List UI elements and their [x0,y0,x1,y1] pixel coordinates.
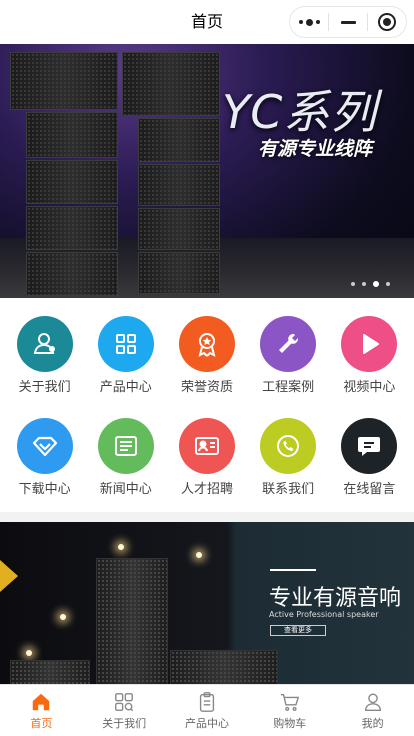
pagination-dot[interactable] [362,282,366,286]
menu-item-message[interactable]: 在线留言 [333,418,405,497]
tab-products[interactable]: 产品中心 [166,685,249,736]
menu-item-contact[interactable]: 联系我们 [252,418,324,497]
menu-item-label: 产品中心 [99,380,152,395]
stage-light [118,544,124,550]
grid-icon [97,316,154,372]
menu-item-label: 荣誉资质 [180,380,233,395]
more-dots-icon [298,18,320,26]
banner-title: YC系列 [222,85,378,139]
view-more-button[interactable]: 查看更多 [270,625,326,636]
clipboard-icon [199,691,215,712]
pagination-dot[interactable] [351,282,355,286]
speaker-array-left [10,52,118,298]
navigation-bar: 首页 [0,0,414,44]
award-icon [178,316,235,372]
tab-label: 关于我们 [102,716,147,730]
menu-item-label: 视频中心 [343,380,396,395]
page: 首页 YC系列 有源专业线阵 关于我们 产品中心 荣誉资质 工程案例 视频中心 … [0,0,414,736]
pagination-dot-active[interactable] [373,281,379,287]
menu-item-news[interactable]: 新闻中心 [90,418,162,497]
menu-row: 下载中心 新闻中心 人才招聘 联系我们 在线留言 [0,418,414,497]
tab-label: 购物车 [273,716,307,730]
apps-icon [115,692,134,711]
speaker-image [96,558,168,684]
menu-item-download[interactable]: 下载中心 [9,418,81,497]
tab-label: 首页 [30,716,53,730]
menu-item-jobs[interactable]: 人才招聘 [171,418,243,497]
menu-item-label: 人才招聘 [180,482,233,497]
banner-subtitle: 有源专业线阵 [258,138,373,160]
speaker-array-right [122,52,220,296]
pagination-dot[interactable] [386,282,390,286]
phone-icon [260,418,317,474]
menu-item-label: 工程案例 [262,380,315,395]
promo-title: 专业有源音响 [269,586,402,611]
tab-bar: 首页 关于我们 产品中心 购物车 我的 [0,684,414,736]
menu-item-label: 联系我们 [262,482,315,497]
cart-icon [280,693,299,711]
promo-banner[interactable]: 专业有源音响 Active Professional speaker 查看更多 [0,522,414,684]
menu-item-products[interactable]: 产品中心 [90,316,162,395]
download-icon [16,418,73,474]
menu-item-video[interactable]: 视频中心 [333,316,405,395]
menu-item-label: 下载中心 [18,482,71,497]
stage-light [196,552,202,558]
title-accent-line [270,569,316,571]
menu-item-honors[interactable]: 荣誉资质 [171,316,243,395]
category-menu: 关于我们 产品中心 荣誉资质 工程案例 视频中心 下载中心 新闻中心 人才招聘 … [0,316,414,520]
menu-item-label: 新闻中心 [99,482,152,497]
tab-home[interactable]: 首页 [0,685,83,736]
speaker-image [10,660,90,684]
profile-icon [364,693,381,711]
message-icon [341,418,398,474]
menu-item-about[interactable]: 关于我们 [9,316,81,395]
close-app-button[interactable] [368,7,406,37]
menu-row: 关于我们 产品中心 荣誉资质 工程案例 视频中心 [0,316,414,395]
play-icon [341,316,398,372]
promo-subtitle: Active Professional speaker [269,610,379,619]
minimize-button[interactable] [329,7,367,37]
banner-pagination [351,281,390,287]
section-divider [0,512,414,522]
tab-label: 我的 [361,716,384,730]
menu-item-cases[interactable]: 工程案例 [252,316,324,395]
wrench-icon [260,316,317,372]
minus-icon [340,20,356,24]
menu-item-label: 关于我们 [18,380,71,395]
speaker-image [170,650,278,684]
hero-banner[interactable]: YC系列 有源专业线阵 [0,44,414,298]
stage-light [26,650,32,656]
close-circle-icon [378,13,396,31]
stage-light [60,614,66,620]
chevron-right-icon [0,560,18,592]
home-icon [33,693,50,710]
more-options-button[interactable] [290,7,328,37]
user-icon [16,316,73,372]
id-card-icon [178,418,235,474]
tab-about[interactable]: 关于我们 [83,685,166,736]
tab-cart[interactable]: 购物车 [248,685,331,736]
news-icon [97,418,154,474]
tab-mine[interactable]: 我的 [331,685,414,736]
menu-item-label: 在线留言 [343,482,396,497]
tab-label: 产品中心 [184,716,229,730]
mini-program-capsule [289,6,407,38]
